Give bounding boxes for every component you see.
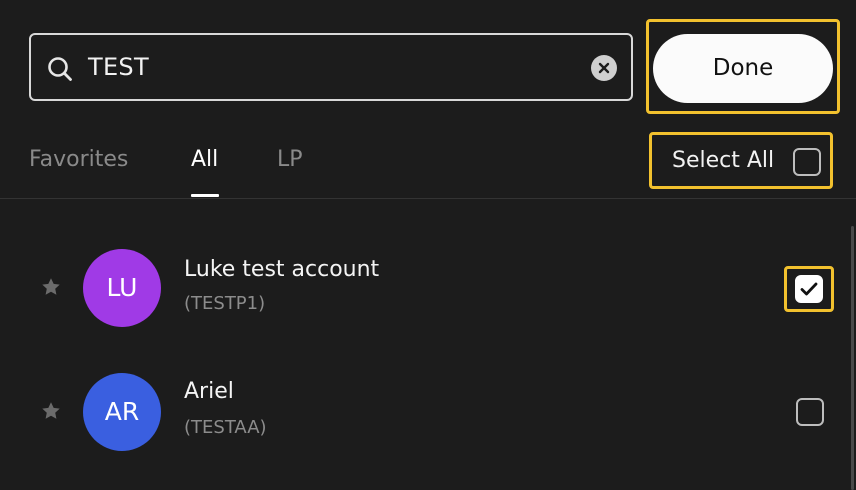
avatar: LU <box>83 249 161 327</box>
tab-favorites[interactable]: Favorites <box>29 143 128 177</box>
header-divider <box>0 198 856 199</box>
account-code: (TESTAA) <box>184 417 267 438</box>
active-tab-indicator <box>191 194 219 197</box>
search-icon <box>46 55 74 83</box>
done-button[interactable]: Done <box>653 34 833 103</box>
account-name: Ariel <box>184 379 234 404</box>
account-checkbox-checked[interactable] <box>795 275 823 303</box>
select-all-label[interactable]: Select All <box>672 143 774 179</box>
scrollbar[interactable] <box>851 226 854 490</box>
list-item-account-1[interactable]: LU Luke test account (TESTP1) <box>0 236 848 336</box>
star-icon[interactable] <box>40 400 62 422</box>
check-icon <box>800 282 818 296</box>
search-input-value[interactable]: TEST <box>88 35 149 99</box>
account-checkbox[interactable] <box>796 398 824 426</box>
account-code: (TESTP1) <box>184 293 266 314</box>
tab-all[interactable]: All <box>191 143 218 177</box>
list-item-account-2[interactable]: AR Ariel (TESTAA) <box>0 360 848 460</box>
tab-lp[interactable]: LP <box>277 143 303 177</box>
account-name: Luke test account <box>184 257 380 282</box>
clear-search-icon[interactable] <box>591 55 617 81</box>
avatar: AR <box>83 373 161 451</box>
star-icon[interactable] <box>40 276 62 298</box>
select-all-checkbox[interactable] <box>793 148 821 176</box>
search-input[interactable]: TEST <box>29 33 633 101</box>
